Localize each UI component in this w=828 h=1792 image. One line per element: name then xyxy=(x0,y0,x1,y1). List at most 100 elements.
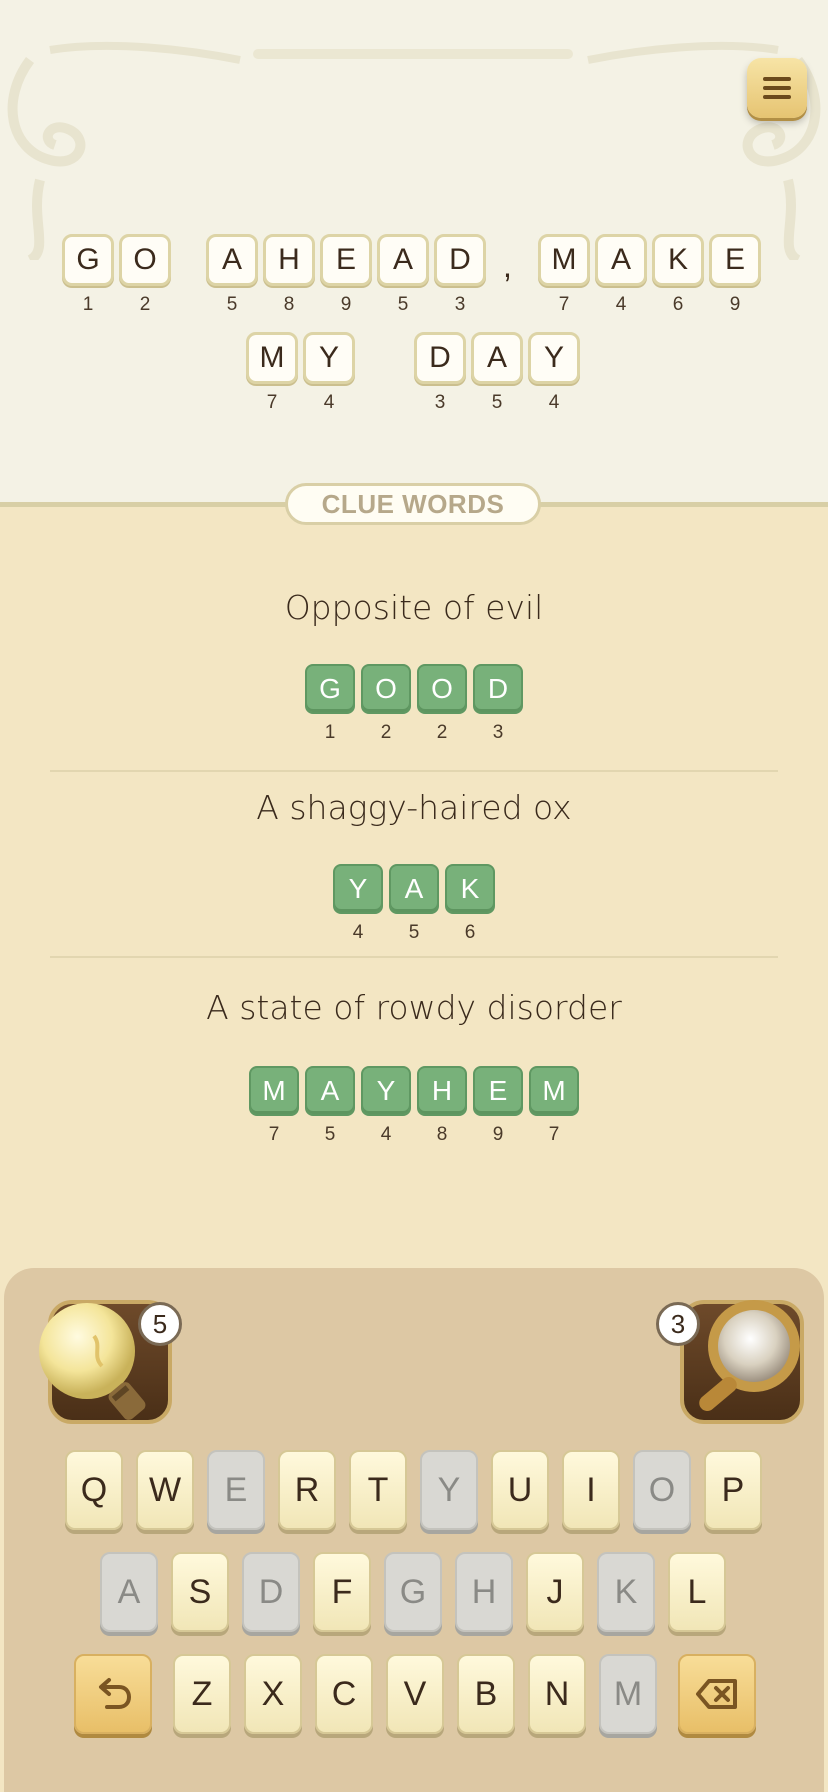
phrase-letter-number: 3 xyxy=(434,392,446,413)
key-i[interactable]: I xyxy=(562,1450,620,1530)
phrase-letter-number: 7 xyxy=(558,294,570,315)
answer-letter-tile[interactable]: M xyxy=(249,1066,299,1116)
answer-letter-tile[interactable]: O xyxy=(361,664,411,714)
answer-letter-tile[interactable]: Y xyxy=(361,1066,411,1116)
key-l[interactable]: L xyxy=(668,1552,726,1632)
answer-letter-number: 3 xyxy=(492,722,504,743)
clue-separator xyxy=(50,956,778,958)
key-e[interactable]: E xyxy=(207,1450,265,1530)
key-q[interactable]: Q xyxy=(65,1450,123,1530)
delete-button[interactable] xyxy=(678,1654,756,1734)
answer-letter-tile[interactable]: O xyxy=(417,664,467,714)
phrase-letter-tile[interactable]: D xyxy=(434,234,486,286)
key-k[interactable]: K xyxy=(597,1552,655,1632)
phrase-letter-tile[interactable]: A xyxy=(377,234,429,286)
key-j[interactable]: J xyxy=(526,1552,584,1632)
answer-letter-tile[interactable]: K xyxy=(445,864,495,914)
phrase-letter-number: 2 xyxy=(139,294,151,315)
answer-letter-number: 5 xyxy=(324,1124,336,1145)
answer-letter-tile[interactable]: Y xyxy=(333,864,383,914)
answer-letter-number: 9 xyxy=(492,1124,504,1145)
phrase-letter-tile[interactable]: A xyxy=(471,332,523,384)
phrase-letter-tile[interactable]: D xyxy=(414,332,466,384)
phrase-letter-tile[interactable]: E xyxy=(709,234,761,286)
answer-letter-tile[interactable]: M xyxy=(529,1066,579,1116)
phrase-letter-number: 5 xyxy=(491,392,503,413)
phrase-letter-tile[interactable]: K xyxy=(652,234,704,286)
phrase-letter-tile[interactable]: E xyxy=(320,234,372,286)
phrase-letter-tile[interactable]: Y xyxy=(528,332,580,384)
phrase-line-1: G 1 O 2 A 5 H 8 E 9 A 5 D 3 M 7 A 4 K 6 E 9 xyxy=(0,234,828,315)
answer-letter-number: 4 xyxy=(380,1124,392,1145)
clue-answer-2: Y 4 A 5 K 6 xyxy=(0,864,828,944)
phrase-letter-tile[interactable]: Y xyxy=(303,332,355,384)
key-u[interactable]: U xyxy=(491,1450,549,1530)
key-a[interactable]: A xyxy=(100,1552,158,1632)
key-h[interactable]: H xyxy=(455,1552,513,1632)
phrase-letter-tile[interactable]: M xyxy=(246,332,298,384)
backspace-icon xyxy=(696,1679,737,1709)
key-v[interactable]: V xyxy=(386,1654,444,1734)
phrase-letter-tile[interactable]: M xyxy=(538,234,590,286)
key-y[interactable]: Y xyxy=(420,1450,478,1530)
answer-letter-number: 2 xyxy=(436,722,448,743)
key-d[interactable]: D xyxy=(242,1552,300,1632)
key-g[interactable]: G xyxy=(384,1552,442,1632)
phrase-letter-number: 8 xyxy=(283,294,295,315)
top-decor-bar xyxy=(253,49,573,59)
answer-letter-number: 1 xyxy=(324,722,336,743)
key-n[interactable]: N xyxy=(528,1654,586,1734)
phrase-letter-tile[interactable]: H xyxy=(263,234,315,286)
phrase-letter-number: 7 xyxy=(266,392,278,413)
key-z[interactable]: Z xyxy=(173,1654,231,1734)
phrase-letter-number: 5 xyxy=(226,294,238,315)
undo-arrow-icon xyxy=(99,1678,132,1709)
key-s[interactable]: S xyxy=(171,1552,229,1632)
key-b[interactable]: B xyxy=(457,1654,515,1734)
clue-text-1: Opposite of evil xyxy=(284,588,544,627)
key-p[interactable]: P xyxy=(704,1450,762,1530)
answer-letter-tile[interactable]: A xyxy=(305,1066,355,1116)
phrase-letter-tile[interactable]: A xyxy=(206,234,258,286)
key-r[interactable]: R xyxy=(278,1450,336,1530)
phrase-comma: , xyxy=(503,248,512,284)
phrase-letter-number: 5 xyxy=(397,294,409,315)
phrase-letter-tile[interactable]: O xyxy=(119,234,171,286)
menu-icon xyxy=(763,77,791,81)
answer-letter-tile[interactable]: H xyxy=(417,1066,467,1116)
phrase-letter-number: 9 xyxy=(729,294,741,315)
key-t[interactable]: T xyxy=(349,1450,407,1530)
key-f[interactable]: F xyxy=(313,1552,371,1632)
answer-letter-number: 7 xyxy=(268,1124,280,1145)
answer-letter-number: 7 xyxy=(548,1124,560,1145)
answer-letter-tile[interactable]: A xyxy=(389,864,439,914)
clue-answer-1: G 1 O 2 O 2 D 3 xyxy=(0,664,828,744)
answer-letter-number: 8 xyxy=(436,1124,448,1145)
answer-letter-number: 6 xyxy=(464,922,476,943)
menu-button[interactable] xyxy=(747,58,807,118)
phrase-letter-number: 1 xyxy=(82,294,94,315)
answer-letter-tile[interactable]: E xyxy=(473,1066,523,1116)
phrase-letter-number: 6 xyxy=(672,294,684,315)
answer-letter-tile[interactable]: G xyxy=(305,664,355,714)
key-o[interactable]: O xyxy=(633,1450,691,1530)
phrase-letter-tile[interactable]: A xyxy=(595,234,647,286)
phrase-letter-tile[interactable]: G xyxy=(62,234,114,286)
phrase-letter-number: 9 xyxy=(340,294,352,315)
key-m[interactable]: M xyxy=(599,1654,657,1734)
key-w[interactable]: W xyxy=(136,1450,194,1530)
clue-separator xyxy=(50,770,778,772)
clue-answer-3: M 7 A 5 Y 4 H 8 E 9 M 7 xyxy=(0,1066,828,1146)
hint-bulb-count: 5 xyxy=(138,1302,182,1346)
phrase-letter-number: 4 xyxy=(548,392,560,413)
hint-magnifier-count: 3 xyxy=(656,1302,700,1346)
phrase-letter-number: 3 xyxy=(454,294,466,315)
phrase-line-2: M 7 Y 4 D 3 A 5 Y 4 xyxy=(0,332,828,413)
answer-letter-tile[interactable]: D xyxy=(473,664,523,714)
key-c[interactable]: C xyxy=(315,1654,373,1734)
clue-words-header: CLUE WORDS xyxy=(285,483,541,525)
phrase-letter-number: 4 xyxy=(323,392,335,413)
phrase-letter-number: 4 xyxy=(615,294,627,315)
key-x[interactable]: X xyxy=(244,1654,302,1734)
undo-button[interactable] xyxy=(74,1654,152,1734)
